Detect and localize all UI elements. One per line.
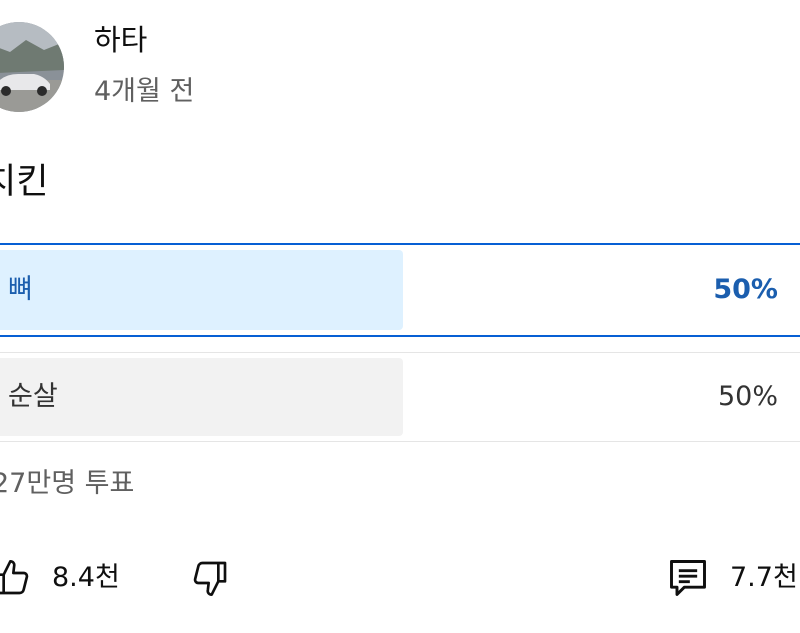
comment-icon	[670, 560, 706, 596]
comment-button[interactable]: 7.7천	[666, 552, 798, 604]
like-button[interactable]: 8.4천	[0, 552, 120, 604]
poll-option-bone[interactable]: 뼈 50%	[0, 243, 800, 337]
poll-vote-count: 27만명 투표	[0, 468, 135, 499]
thumbs-up-icon	[0, 560, 29, 595]
poll-result-bar	[0, 250, 403, 330]
dislike-button[interactable]	[190, 552, 230, 604]
post-timestamp[interactable]: 4개월 전	[94, 74, 194, 110]
like-count: 8.4천	[52, 562, 120, 593]
poll-option-boneless[interactable]: 순살 50%	[0, 352, 800, 442]
poll-option-percent: 50%	[713, 274, 778, 305]
poll-option-label: 순살	[8, 381, 58, 412]
post-text: 치킨	[0, 162, 49, 202]
comment-count: 7.7천	[730, 562, 798, 593]
author-name[interactable]: 하타	[94, 22, 147, 58]
avatar-image	[0, 22, 64, 112]
thumbs-down-icon	[193, 561, 227, 596]
poll-option-percent: 50%	[717, 381, 778, 412]
poll-result-bar	[0, 358, 403, 436]
poll-option-label: 뼈	[8, 274, 33, 305]
avatar[interactable]	[0, 22, 64, 112]
